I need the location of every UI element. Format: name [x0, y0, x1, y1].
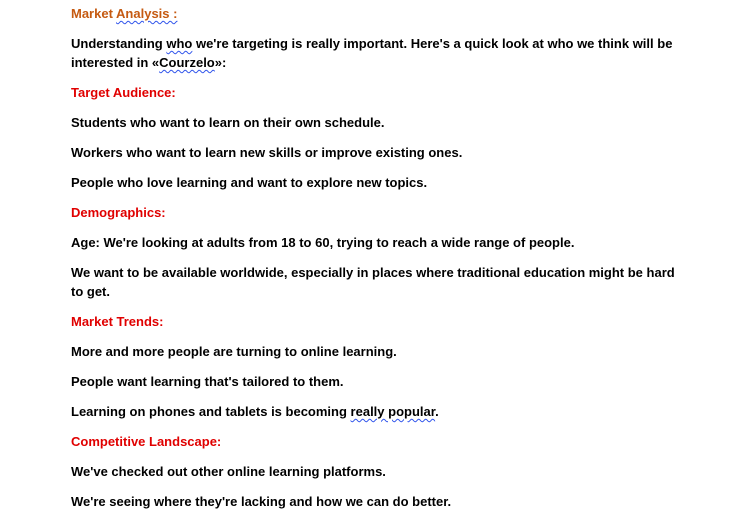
target-audience-item: Workers who want to learn new skills or …: [71, 145, 463, 160]
heading-competitive-landscape: Competitive Landscape:: [71, 434, 222, 449]
demographics-item: Age: We're looking at adults from 18 to …: [71, 235, 575, 250]
heading-market-analysis-part-1: Market: [71, 6, 117, 21]
intro-part-5: »:: [214, 55, 227, 70]
target-audience-item: Students who want to learn on their own …: [71, 115, 385, 130]
document-body: Market Analysis : Understanding who we'r…: [71, 4, 683, 511]
competitive-landscape-item: We're seeing where they're lacking and h…: [71, 494, 452, 509]
intro-part-1: Understanding: [71, 36, 167, 51]
trend-part-3: .: [435, 404, 439, 419]
heading-target-audience: Target Audience:: [71, 85, 176, 100]
target-audience-item: People who love learning and want to exp…: [71, 175, 428, 190]
heading-demographics: Demographics:: [71, 205, 166, 220]
trend-phrase-really-popular: really popular: [350, 404, 436, 419]
intro-word-who: who: [166, 36, 193, 51]
demographics-item: We want to be available worldwide, espec…: [71, 265, 675, 299]
heading-market-trends: Market Trends:: [71, 314, 164, 329]
market-trends-item: People want learning that's tailored to …: [71, 374, 344, 389]
market-trends-item: Learning on phones and tablets is becomi…: [71, 402, 683, 421]
heading-market-analysis-part-2: Analysis :: [116, 6, 178, 21]
competitive-landscape-item: We've checked out other online learning …: [71, 464, 386, 479]
trend-part-1: Learning on phones and tablets is becomi…: [71, 404, 351, 419]
market-trends-item: More and more people are turning to onli…: [71, 344, 397, 359]
market-analysis-intro: Understanding who we're targeting is rea…: [71, 34, 683, 72]
heading-market-analysis: Market Analysis :: [71, 4, 683, 23]
intro-word-courzelo: Courzelo: [159, 55, 215, 70]
